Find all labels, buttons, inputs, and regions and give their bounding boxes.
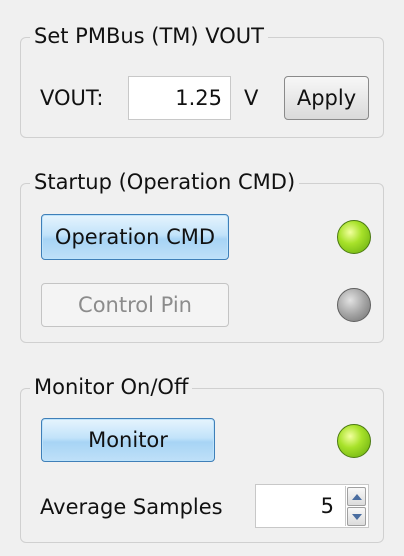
spin-up-button[interactable]	[347, 487, 366, 506]
vout-unit-label: V	[244, 86, 259, 110]
average-samples-spinner[interactable]	[345, 486, 367, 526]
average-samples-label: Average Samples	[40, 495, 223, 519]
arrow-down-icon	[351, 513, 362, 520]
control-pin-led-indicator	[337, 288, 371, 322]
vout-label: VOUT:	[40, 86, 104, 110]
spin-down-button[interactable]	[347, 507, 366, 526]
monitor-button[interactable]: Monitor	[41, 418, 215, 462]
control-pin-button[interactable]: Control Pin	[41, 283, 229, 327]
monitor-led-indicator	[337, 424, 371, 458]
startup-group-title: Startup (Operation CMD)	[30, 169, 300, 195]
monitor-group-title: Monitor On/Off	[30, 374, 193, 400]
arrow-up-icon	[351, 493, 362, 500]
operation-cmd-button[interactable]: Operation CMD	[41, 214, 229, 260]
vout-group-title: Set PMBus (TM) VOUT	[30, 23, 269, 49]
operation-cmd-led-indicator	[337, 220, 371, 254]
apply-button[interactable]: Apply	[284, 76, 369, 120]
vout-input[interactable]: 1.25	[128, 76, 231, 120]
